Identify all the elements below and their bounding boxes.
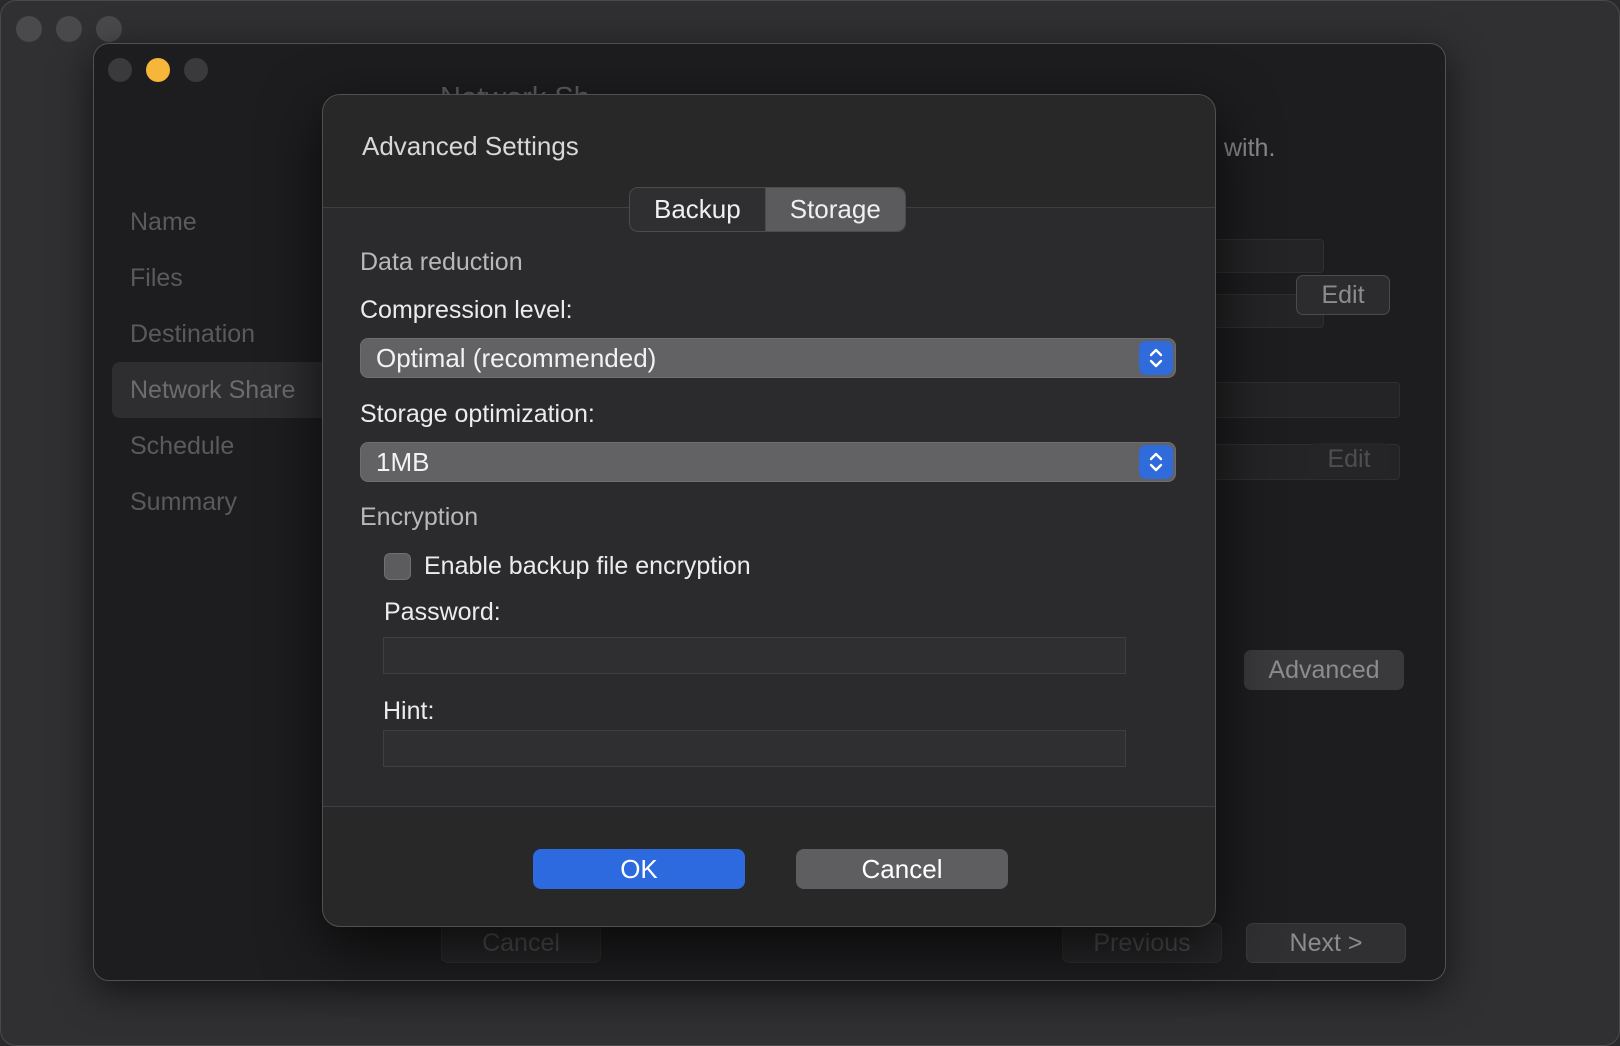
encryption-checkbox-row: Enable backup file encryption: [384, 552, 751, 581]
compression-level-label: Compression level:: [360, 296, 573, 324]
hint-label: Hint:: [383, 697, 435, 725]
tab-backup[interactable]: Backup: [630, 188, 765, 231]
advanced-settings-dialog: Advanced Settings Backup Storage Data re…: [322, 94, 1216, 927]
step-files[interactable]: Files: [112, 250, 342, 306]
chevron-updown-icon: [1139, 445, 1173, 479]
hint-field[interactable]: [383, 730, 1126, 767]
share-field-3[interactable]: [1184, 382, 1400, 418]
step-summary[interactable]: Summary: [112, 474, 342, 530]
step-name[interactable]: Name: [112, 194, 342, 250]
outer-traffic-lights: [16, 16, 122, 42]
chevron-updown-icon: [1139, 341, 1173, 375]
wizard-minimize-button[interactable]: [146, 58, 170, 82]
wizard-close-button[interactable]: [108, 58, 132, 82]
enable-encryption-label[interactable]: Enable backup file encryption: [424, 552, 751, 581]
ok-button[interactable]: OK: [533, 849, 745, 889]
compression-level-select[interactable]: Optimal (recommended): [360, 338, 1176, 378]
password-field[interactable]: [383, 637, 1126, 674]
encryption-heading: Encryption: [360, 503, 479, 531]
wizard-traffic-lights: [108, 58, 208, 82]
step-network-share[interactable]: Network Share: [112, 362, 342, 418]
wizard-zoom-button[interactable]: [184, 58, 208, 82]
next-button[interactable]: Next >: [1246, 923, 1406, 963]
close-window-button[interactable]: [16, 16, 42, 42]
step-schedule[interactable]: Schedule: [112, 418, 342, 474]
zoom-window-button[interactable]: [96, 16, 122, 42]
advanced-button[interactable]: Advanced: [1244, 650, 1404, 690]
storage-optimization-label: Storage optimization:: [360, 400, 595, 428]
minimize-window-button[interactable]: [56, 16, 82, 42]
desktop: Network Sh with. Name Files Destination …: [0, 0, 1620, 1046]
wizard-description: with.: [1224, 134, 1276, 162]
wizard-steps-sidebar: Name Files Destination Network Share Sch…: [112, 194, 342, 530]
edit-button[interactable]: Edit: [1296, 275, 1390, 315]
storage-panel: Data reduction Compression level: Optima…: [323, 207, 1215, 807]
compression-level-value: Optimal (recommended): [376, 343, 657, 373]
wizard-cancel-button[interactable]: Cancel: [441, 923, 601, 963]
password-label: Password:: [384, 598, 501, 626]
enable-encryption-checkbox[interactable]: [384, 553, 411, 580]
edit-button-2[interactable]: Edit: [1309, 443, 1389, 477]
data-reduction-heading: Data reduction: [360, 248, 523, 276]
tab-segmented-control: Backup Storage: [629, 187, 906, 232]
previous-button[interactable]: Previous: [1062, 923, 1222, 963]
storage-optimization-value: 1MB: [376, 447, 430, 477]
storage-optimization-select[interactable]: 1MB: [360, 442, 1176, 482]
cancel-button[interactable]: Cancel: [796, 849, 1008, 889]
dialog-title: Advanced Settings: [362, 131, 579, 161]
step-destination[interactable]: Destination: [112, 306, 342, 362]
tab-storage[interactable]: Storage: [764, 188, 905, 231]
